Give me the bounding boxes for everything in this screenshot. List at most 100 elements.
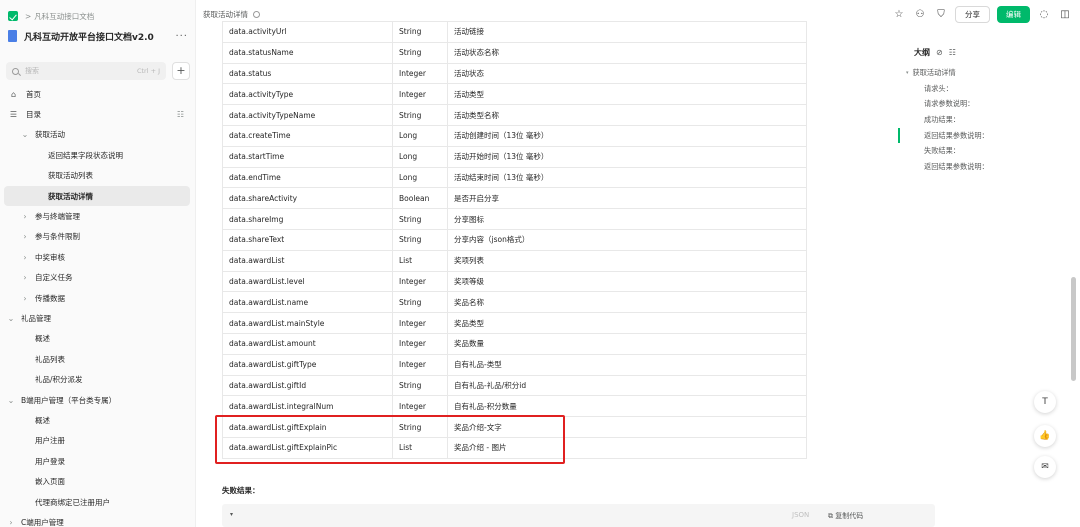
sidebar-item-home[interactable]: ⌂ 首页	[0, 84, 196, 104]
history-icon[interactable]	[253, 11, 260, 18]
sidebar-item-label: B端用户管理（平台类专属）	[21, 395, 117, 405]
chevron-down-icon[interactable]: ▾	[906, 70, 909, 76]
param-desc-cell: 奖品数量	[447, 332, 807, 355]
chevron-down-icon[interactable]: ⌄	[7, 314, 15, 323]
param-desc-cell: 活动开始时间（13位 毫秒）	[447, 145, 807, 168]
sidebar-item-label: 获取活动	[35, 130, 65, 140]
collapse-icon[interactable]: ▾	[230, 511, 233, 518]
text-format-button[interactable]: T	[1034, 391, 1056, 413]
comment-button[interactable]: ✉	[1034, 456, 1056, 478]
param-desc-cell: 奖项等级	[447, 270, 807, 293]
param-desc-cell: 奖项列表	[447, 249, 807, 272]
sidebar-item[interactable]: 嵌入页面	[0, 471, 196, 491]
shield-icon[interactable]: ⛉	[934, 8, 948, 22]
sidebar-item[interactable]: 返回结果字段状态说明	[0, 145, 196, 165]
table-row: data.activityType Integer 活动类型	[222, 83, 807, 106]
param-name-cell: data.awardList.name	[222, 291, 393, 314]
catalog-toggle-icon[interactable]: ☷	[177, 110, 184, 119]
param-name-cell: data.awardList.giftType	[222, 353, 393, 376]
sidebar-item[interactable]: ⌄ B端用户管理（平台类专属）	[0, 390, 196, 410]
table-row: data.awardList.integralNum Integer 自有礼品-积分…	[222, 395, 807, 418]
star-icon[interactable]: ☆	[892, 8, 906, 22]
page-title-text: 获取活动详情	[203, 10, 248, 19]
chevron-down-icon[interactable]: ⌄	[21, 130, 29, 139]
param-type-cell: Boolean	[392, 187, 448, 210]
sidebar-item[interactable]: › 自定义任务	[0, 268, 196, 288]
breadcrumb-parent-link[interactable]: 凡科互动接口文档	[34, 11, 94, 22]
user-add-icon[interactable]: ⚇	[913, 8, 927, 22]
table-row: data.awardList.giftType Integer 自有礼品-类型	[222, 353, 807, 376]
sidebar-item[interactable]: 用户登录	[0, 451, 196, 471]
sidebar-item[interactable]: 代理商绑定已注册用户	[0, 492, 196, 512]
sidebar-item[interactable]: 获取活动列表	[0, 166, 196, 186]
toc-item-label: 获取活动详情	[912, 67, 956, 77]
param-desc-cell: 活动结束时间（13位 毫秒）	[447, 166, 807, 189]
param-desc-cell: 分享内容（json格式）	[447, 228, 807, 251]
toc-item[interactable]: 返回结果参数说明：	[898, 159, 1018, 175]
copy-code-button[interactable]: ⧉ 复制代码	[828, 511, 863, 521]
toc-item[interactable]: 请求参数说明：	[898, 96, 1018, 112]
sidebar-nav: ⌂ 首页 ☰ 目录 ☷ ⌄ 获取活动 返回结果字段状态说明 获取活动列表 获取活动详情 ›…	[0, 84, 196, 527]
sidebar-item[interactable]: 概述	[0, 410, 196, 430]
chevron-right-icon[interactable]: ›	[21, 253, 29, 262]
toc-list-icon[interactable]: ☷	[949, 48, 956, 57]
toc: ▾ 获取活动详情 请求头： 请求参数说明： 成功结果： 返回结果参数说明： 失败结果： 返回结…	[898, 65, 1018, 175]
scrollbar[interactable]	[1071, 277, 1076, 381]
sidebar-item[interactable]: › 传播数据	[0, 288, 196, 308]
sidebar-item[interactable]: 获取活动详情	[4, 185, 190, 207]
toc-item[interactable]: 返回结果参数说明：	[898, 127, 1018, 144]
sidebar-item[interactable]: 概述	[0, 329, 196, 349]
panel-toggle-icon[interactable]: ◫	[1058, 8, 1072, 22]
edit-button[interactable]: 编辑	[997, 6, 1030, 23]
param-type-cell: String	[392, 41, 448, 64]
param-type-cell: Integer	[392, 312, 448, 334]
table-row: data.statusName String 活动状态名称	[222, 41, 807, 64]
param-desc-cell: 活动状态名称	[447, 41, 807, 64]
like-button[interactable]: 👍	[1034, 425, 1056, 447]
more-options-button[interactable]: ···	[175, 31, 188, 42]
sidebar-item[interactable]: ⌄ 获取活动	[0, 125, 196, 145]
table-row: data.awardList.giftId String 自有礼品-礼品/积分id	[222, 374, 807, 397]
param-name-cell: data.shareActivity	[222, 187, 393, 210]
eye-off-icon[interactable]: ⊘	[936, 48, 943, 57]
search-placeholder: 搜索	[25, 67, 39, 75]
sidebar-item[interactable]: ⌄ 礼品管理	[0, 308, 196, 328]
sidebar-item[interactable]: 用户注册	[0, 431, 196, 451]
sidebar-item[interactable]: 礼品列表	[0, 349, 196, 369]
chevron-right-icon[interactable]: ›	[21, 273, 29, 282]
sidebar-item[interactable]: › 中奖审核	[0, 247, 196, 267]
catalog-tree: ⌄ 获取活动返回结果字段状态说明获取活动列表 获取活动详情 › 参与终端管理 › 参与条件限…	[0, 125, 196, 527]
sidebar-item[interactable]: › 参与条件限制	[0, 227, 196, 247]
toc-item[interactable]: 失败结果：	[898, 143, 1018, 159]
table-row: data.activityTypeName String 活动类型名称	[222, 104, 807, 126]
sidebar-item[interactable]: › 参与终端管理	[0, 206, 196, 226]
toc-item[interactable]: 成功结果：	[898, 112, 1018, 128]
sidebar-item-label: 参与终端管理	[35, 212, 80, 222]
share-button[interactable]: 分享	[955, 6, 990, 23]
sidebar-item-catalog[interactable]: ☰ 目录 ☷	[0, 104, 196, 124]
chevron-right-icon[interactable]: ›	[21, 232, 29, 241]
param-desc-cell: 自有礼品-积分数量	[447, 395, 807, 418]
table-row: data.shareActivity Boolean 是否开启分享	[222, 187, 807, 210]
chevron-right-icon[interactable]: ›	[21, 212, 29, 221]
book-title[interactable]: 凡科互动开放平台接口文档v2.0	[24, 30, 175, 43]
table-row: data.awardList.level Integer 奖项等级	[222, 270, 807, 293]
page-title: 获取活动详情	[203, 9, 260, 20]
sidebar-item-label: 返回结果字段状态说明	[48, 150, 123, 160]
toc-item[interactable]: 请求头：	[898, 81, 1018, 97]
search-shortcut: Ctrl + J	[136, 67, 160, 75]
chevron-right-icon[interactable]: ›	[7, 518, 15, 527]
param-name-cell: data.activityTypeName	[222, 104, 393, 126]
sidebar-item[interactable]: 礼品/积分派发	[0, 369, 196, 389]
toc-item[interactable]: ▾ 获取活动详情	[898, 65, 1018, 81]
param-name-cell: data.activityType	[222, 83, 393, 106]
comment-icon[interactable]: ◌	[1037, 8, 1051, 22]
add-button[interactable]: +	[172, 62, 190, 80]
chevron-right-icon[interactable]: ›	[21, 294, 29, 303]
table-row: data.startTime Long 活动开始时间（13位 毫秒）	[222, 145, 807, 168]
search-input[interactable]: 搜索 Ctrl + J	[6, 62, 166, 80]
param-name-cell: data.awardList	[222, 249, 393, 272]
chevron-down-icon[interactable]: ⌄	[7, 396, 15, 405]
sidebar-item-label: 礼品列表	[35, 354, 65, 364]
sidebar-item[interactable]: › C端用户管理	[0, 512, 196, 527]
